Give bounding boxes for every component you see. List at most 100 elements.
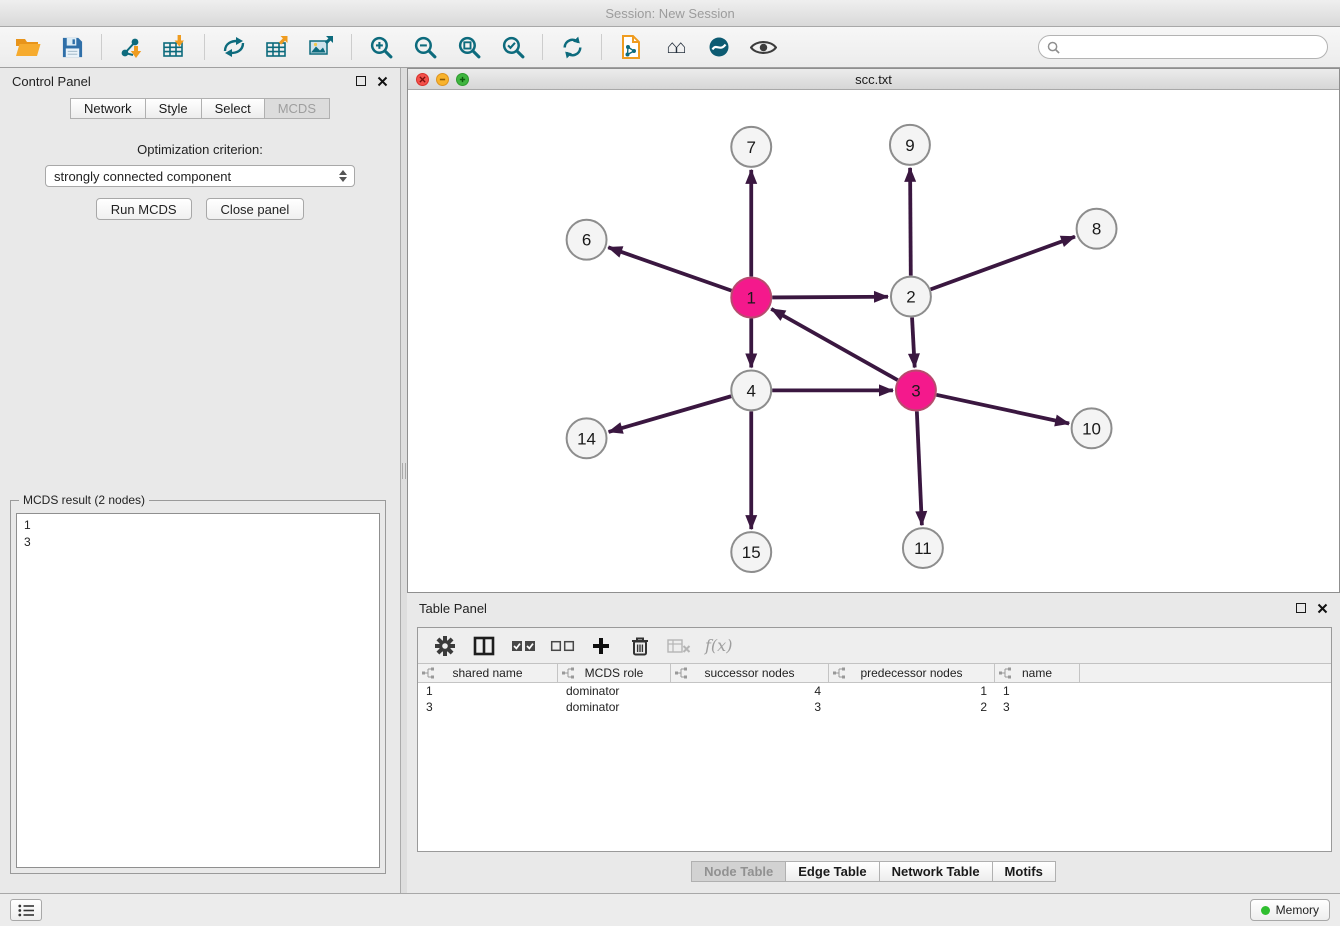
column-header-MCDS-role[interactable]: MCDS role (558, 664, 671, 682)
export-table-button[interactable] (258, 30, 298, 64)
tab-style[interactable]: Style (146, 98, 202, 119)
edge-3-1[interactable] (771, 309, 897, 380)
select-all-button[interactable] (510, 633, 536, 659)
clone-network-button[interactable] (611, 30, 651, 64)
column-header-successor-nodes[interactable]: successor nodes (671, 664, 829, 682)
column-header-predecessor-nodes[interactable]: predecessor nodes (829, 664, 995, 682)
column-type-icon (562, 667, 574, 679)
task-history-button[interactable] (10, 899, 42, 921)
table-row[interactable]: 1dominator411 (418, 683, 1331, 699)
node-label: 6 (582, 231, 591, 250)
edge-2-9[interactable] (910, 168, 911, 276)
node-14[interactable]: 14 (567, 418, 607, 458)
cell-predecessor-nodes[interactable]: 2 (829, 700, 995, 714)
cell-MCDS-role[interactable]: dominator (558, 700, 671, 714)
tab-select[interactable]: Select (202, 98, 265, 119)
node-4[interactable]: 4 (731, 370, 771, 410)
tab-motifs[interactable]: Motifs (993, 861, 1056, 882)
node-10[interactable]: 10 (1072, 408, 1112, 448)
import-table-button[interactable] (155, 30, 195, 64)
show-columns-button[interactable] (471, 633, 497, 659)
function-builder-button[interactable]: f(x) (705, 633, 732, 659)
toolbar-separator (101, 34, 102, 60)
tab-node-table[interactable]: Node Table (691, 861, 786, 882)
edge-1-2[interactable] (772, 297, 888, 298)
cell-shared-name[interactable]: 3 (418, 700, 558, 714)
export-image-button[interactable] (302, 30, 342, 64)
control-panel-title: Control Panel (12, 74, 91, 89)
mcds-result-text[interactable]: 13 (16, 513, 380, 868)
zoom-window-icon[interactable] (456, 73, 469, 86)
column-header-name[interactable]: name (995, 664, 1080, 682)
node-label: 2 (906, 288, 915, 307)
close-table-panel-icon[interactable] (1317, 603, 1328, 614)
new-network-button[interactable] (214, 30, 254, 64)
node-2[interactable]: 2 (891, 277, 931, 317)
minimize-window-icon[interactable] (436, 73, 449, 86)
float-panel-icon[interactable] (356, 76, 366, 86)
mcds-result-line: 3 (24, 534, 372, 551)
node-1[interactable]: 1 (731, 278, 771, 318)
edge-2-3[interactable] (912, 318, 915, 368)
cell-predecessor-nodes[interactable]: 1 (829, 684, 995, 698)
tab-network[interactable]: Network (70, 98, 146, 119)
cell-shared-name[interactable]: 1 (418, 684, 558, 698)
column-header-shared-name[interactable]: shared name (418, 664, 558, 682)
cell-successor-nodes[interactable]: 4 (671, 684, 829, 698)
node-6[interactable]: 6 (567, 220, 607, 260)
edge-2-8[interactable] (931, 237, 1075, 290)
cell-name[interactable]: 3 (995, 700, 1080, 714)
node-label: 10 (1082, 419, 1101, 438)
unselect-all-button[interactable] (549, 633, 575, 659)
settings-gear-button[interactable] (432, 633, 458, 659)
open-session-button[interactable] (8, 30, 48, 64)
memory-button[interactable]: Memory (1250, 899, 1330, 921)
gear-icon (435, 636, 455, 656)
refresh-button[interactable] (552, 30, 592, 64)
apply-style-button[interactable] (699, 30, 739, 64)
cell-successor-nodes[interactable]: 3 (671, 700, 829, 714)
node-11[interactable]: 11 (903, 528, 943, 568)
table-row[interactable]: 3dominator323 (418, 699, 1331, 715)
save-session-button[interactable] (52, 30, 92, 64)
network-canvas[interactable]: 7 9 6 8 1 2 4 3 14 10 15 11 (408, 90, 1339, 592)
node-9[interactable]: 9 (890, 125, 930, 165)
home-button[interactable]: ⌂⌂ (655, 30, 695, 64)
delete-table-button[interactable] (666, 633, 692, 659)
show-hide-graphics-button[interactable] (743, 30, 783, 64)
edge-3-10[interactable] (936, 395, 1069, 424)
node-8[interactable]: 8 (1077, 209, 1117, 249)
edge-1-6[interactable] (608, 247, 731, 290)
import-network-button[interactable] (111, 30, 151, 64)
close-window-icon[interactable] (416, 73, 429, 86)
node-15[interactable]: 15 (731, 532, 771, 572)
mcds-result-line: 1 (24, 517, 372, 534)
node-3[interactable]: 3 (896, 370, 936, 410)
node-7[interactable]: 7 (731, 127, 771, 167)
zoom-selected-button[interactable] (493, 30, 533, 64)
edge-4-14[interactable] (609, 396, 732, 432)
tab-edge-table[interactable]: Edge Table (786, 861, 879, 882)
criterion-dropdown[interactable]: strongly connected component (45, 165, 355, 187)
edge-3-11[interactable] (917, 411, 922, 525)
status-bar: Memory (0, 893, 1340, 926)
close-panel-icon[interactable] (377, 76, 388, 87)
window-title: Session: New Session (605, 6, 734, 21)
search-input[interactable] (1065, 37, 1327, 57)
tab-network-table[interactable]: Network Table (880, 861, 993, 882)
criterion-dropdown-value: strongly connected component (54, 169, 231, 184)
zoom-fit-button[interactable] (449, 30, 489, 64)
run-mcds-button[interactable]: Run MCDS (96, 198, 192, 220)
add-row-button[interactable] (588, 633, 614, 659)
zoom-out-button[interactable] (405, 30, 445, 64)
column-type-icon (422, 667, 434, 679)
float-table-panel-icon[interactable] (1296, 603, 1306, 613)
close-panel-button[interactable]: Close panel (206, 198, 305, 220)
tab-mcds[interactable]: MCDS (265, 98, 330, 119)
import-network-icon (117, 34, 145, 60)
cell-name[interactable]: 1 (995, 684, 1080, 698)
delete-row-button[interactable] (627, 633, 653, 659)
cell-MCDS-role[interactable]: dominator (558, 684, 671, 698)
zoom-in-button[interactable] (361, 30, 401, 64)
unchecked-boxes-icon (550, 639, 575, 653)
